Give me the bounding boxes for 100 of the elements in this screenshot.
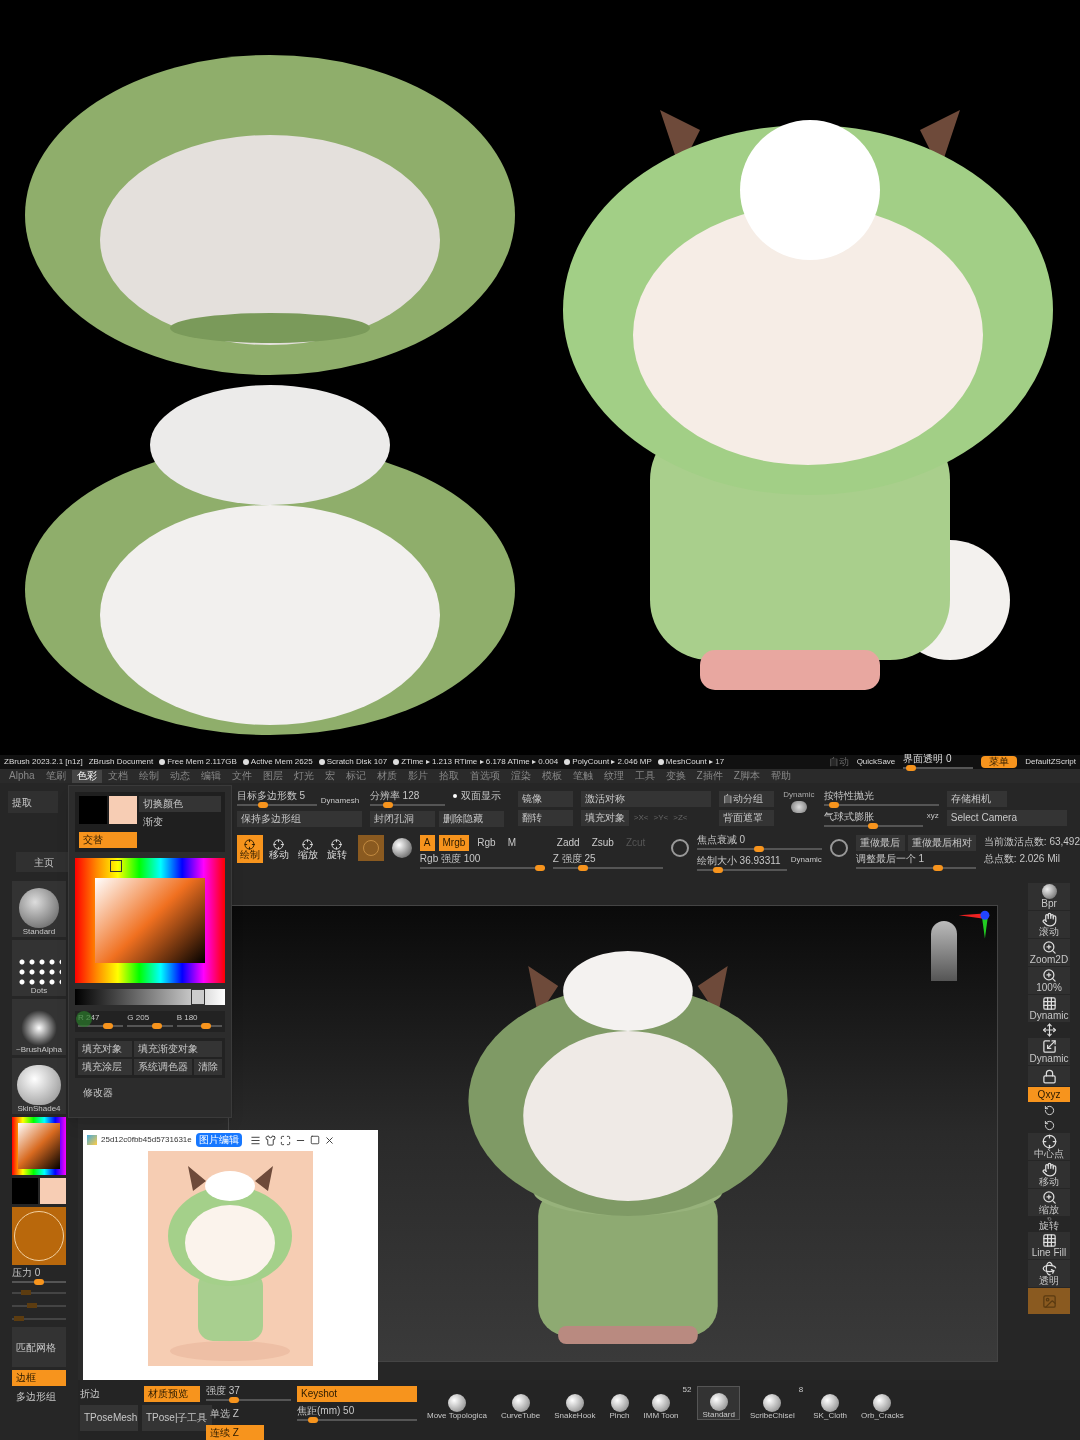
gradient-button[interactable]: 渐变 — [139, 814, 221, 830]
flip-button[interactable]: 翻转 — [517, 810, 573, 826]
slider[interactable]: 气球式膨胀 — [823, 812, 923, 829]
stroke-s-icon[interactable] — [670, 839, 689, 857]
switch-color-button[interactable]: 切换颜色 — [139, 796, 221, 812]
menu-item[interactable]: 灯光 — [288, 769, 319, 783]
shelf-button[interactable]: 移动 — [1028, 1161, 1070, 1188]
mode-button[interactable]: 缩放 — [294, 835, 321, 863]
shelf-button[interactable]: Zoom2D — [1028, 939, 1070, 966]
slider[interactable]: 焦距(mm) 50 — [297, 1406, 417, 1423]
keyshot-toggle[interactable]: Keyshot — [297, 1386, 417, 1402]
toggle-button[interactable]: Qxyz — [1028, 1087, 1070, 1102]
brush-button[interactable]: Pinch — [605, 1386, 634, 1420]
menu-item[interactable]: 材质 — [371, 769, 402, 783]
slider[interactable]: Rgb 强度 100 — [419, 854, 545, 871]
menu-item[interactable]: 图层 — [257, 769, 288, 783]
menu-item[interactable]: 文件 — [226, 769, 257, 783]
brush-thumbnail[interactable]: ~BrushAlpha — [12, 999, 66, 1055]
redo-relative-button[interactable]: 重做最后相对 — [907, 835, 976, 851]
menu-item[interactable]: 笔刷 — [40, 769, 71, 783]
symmetry-button[interactable]: 激活对称 — [580, 791, 711, 807]
fill-button[interactable]: 清除 — [194, 1059, 222, 1075]
slider-thumb[interactable] — [228, 1397, 239, 1403]
brush-button[interactable]: SK_Cloth — [809, 1386, 852, 1420]
brush-thumbnail[interactable]: SkinShade4 — [12, 1058, 66, 1114]
slider[interactable]: Z 强度 25 — [552, 854, 663, 871]
slider-thumb[interactable] — [868, 823, 879, 829]
menu-item[interactable]: 绘制 — [133, 769, 164, 783]
mode-button[interactable]: 移动 — [265, 835, 292, 863]
slider[interactable]: 压力 0 — [12, 1268, 66, 1285]
slider-thumb[interactable] — [257, 802, 268, 808]
slider[interactable]: 绘制大小 36.93311 — [696, 856, 787, 873]
menu-item[interactable]: Z脚本 — [728, 769, 765, 783]
brush-button[interactable]: Move Topologica — [423, 1386, 491, 1420]
slider[interactable]: 目标多边形数 5 — [236, 791, 317, 808]
slider[interactable]: 调整最后一个 1 — [855, 854, 976, 871]
slider-thumb[interactable] — [754, 846, 765, 852]
color-swatch[interactable] — [12, 1178, 38, 1204]
channel-toggle[interactable]: M — [503, 835, 520, 851]
color-picker[interactable] — [75, 858, 225, 983]
continuous-z-toggle[interactable]: 连续 Z — [206, 1425, 264, 1440]
shelf-button[interactable]: 100% — [1028, 967, 1070, 994]
slider-thumb[interactable] — [308, 1417, 318, 1423]
menu-item[interactable]: 宏 — [319, 769, 340, 783]
fill-object-button[interactable]: 填充对象 — [580, 810, 629, 826]
slider[interactable]: 按特性抛光 — [823, 791, 939, 808]
menu-item[interactable]: 首选项 — [464, 769, 505, 783]
shelf-button[interactable]: Dynamic — [1028, 1038, 1070, 1065]
shelf-button[interactable]: Dynamic — [1028, 995, 1070, 1022]
mode-button[interactable]: 绘制 — [236, 835, 263, 863]
menu-item[interactable]: 笔触 — [567, 769, 598, 783]
polygroups-toggle[interactable]: 多边形组 — [12, 1389, 66, 1405]
slider[interactable]: G 205 — [127, 1014, 173, 1029]
menu-item[interactable]: 渲染 — [505, 769, 536, 783]
slider-thumb[interactable] — [829, 802, 840, 808]
fill-button[interactable]: 填充涂层 — [78, 1059, 132, 1075]
frame-toggle[interactable]: 边框 — [12, 1370, 66, 1386]
slider-thumb[interactable] — [20, 1290, 31, 1295]
brush-button[interactable]: CurveTube — [496, 1386, 545, 1420]
fill-button[interactable]: 系统调色器 — [134, 1059, 192, 1075]
slider-thumb[interactable] — [27, 1303, 38, 1308]
channel-toggle[interactable]: A — [419, 835, 435, 851]
brush-thumbnail[interactable]: Dots — [12, 940, 66, 996]
shelf-button[interactable]: Bpr — [1028, 883, 1070, 910]
slider-thumb[interactable] — [14, 1316, 25, 1321]
sculpt-mode[interactable]: Zsub — [587, 835, 618, 851]
slider-thumb[interactable] — [932, 865, 943, 871]
menu-item[interactable]: 色彩 — [71, 769, 102, 783]
extract-button[interactable]: 提取 — [8, 791, 58, 813]
brush-button[interactable]: IMM Toon — [639, 1386, 683, 1420]
cloud-icon[interactable] — [790, 801, 807, 813]
delete-hidden-button[interactable]: 删除隐藏 — [438, 811, 504, 827]
shelf-button[interactable]: 滚动 — [1028, 911, 1070, 938]
menu-item[interactable]: 拾取 — [433, 769, 464, 783]
slider[interactable]: B 180 — [176, 1014, 222, 1029]
brush-button[interactable]: Standard — [697, 1386, 740, 1420]
slider-thumb[interactable] — [34, 1279, 44, 1285]
shelf-button[interactable] — [1028, 1066, 1070, 1086]
stroke-d-icon[interactable] — [829, 839, 848, 857]
slider-thumb[interactable] — [190, 989, 205, 1005]
menu-item[interactable]: 模板 — [536, 769, 567, 783]
slider-thumb[interactable] — [534, 865, 545, 871]
shelf-button[interactable]: 旋转 — [1028, 1217, 1070, 1231]
slider-thumb[interactable] — [712, 867, 723, 873]
mode-button[interactable]: 旋转 — [323, 835, 350, 863]
shelf-button[interactable]: 透明 — [1028, 1260, 1070, 1287]
color-picker[interactable] — [12, 1117, 66, 1175]
material-preview-toggle[interactable]: 材质预览 — [144, 1386, 200, 1402]
fill-button[interactable]: 填充渐变对象 — [134, 1041, 222, 1057]
close-holes-button[interactable]: 封闭孔洞 — [369, 811, 435, 827]
tpose-mesh-button[interactable]: TPoseMesh — [80, 1405, 138, 1431]
channel-toggle[interactable]: Rgb — [473, 835, 500, 851]
menu-item[interactable]: 纹理 — [598, 769, 629, 783]
menu-item[interactable]: 变换 — [660, 769, 691, 783]
color-swatch[interactable] — [79, 796, 107, 824]
slider[interactable]: 焦点衰减 0 — [696, 835, 822, 852]
menu-item[interactable]: 文档 — [102, 769, 133, 783]
slider[interactable]: 分辨率 128 — [369, 791, 445, 808]
double-sided-toggle[interactable]: 双面显示 — [452, 791, 501, 801]
menu-item[interactable]: 标记 — [340, 769, 371, 783]
